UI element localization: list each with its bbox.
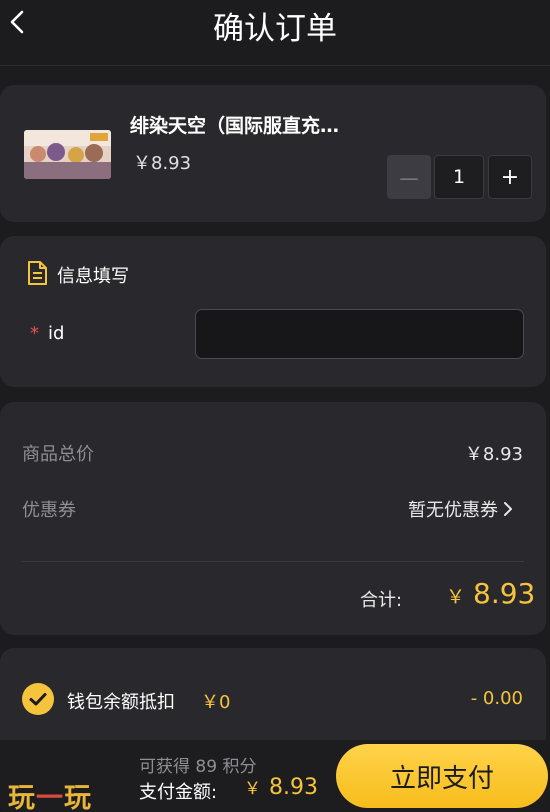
decrease-quantity-button[interactable]: － bbox=[387, 155, 431, 199]
pay-now-button[interactable]: 立即支付 bbox=[336, 744, 548, 808]
wallet-deduct-label: 钱包余额抵扣 bbox=[67, 692, 175, 713]
total-amount: ￥ 8.93 bbox=[446, 577, 535, 610]
info-section-title: 信息填写 bbox=[57, 266, 129, 287]
document-icon bbox=[28, 261, 47, 285]
pay-amount-label: 支付金额: bbox=[139, 782, 218, 803]
coupon-selector[interactable]: 暂无优惠券 bbox=[408, 496, 513, 522]
divider bbox=[22, 561, 524, 562]
wallet-deduction: - 0.00 bbox=[470, 688, 523, 709]
subtotal-label: 商品总价 bbox=[22, 444, 94, 465]
product-title: 绯染天空（国际服直充… bbox=[130, 115, 340, 137]
watermark-logo: 玩一玩 bbox=[8, 783, 92, 812]
increase-quantity-button[interactable]: + bbox=[488, 155, 532, 199]
id-field-label: id bbox=[48, 323, 65, 344]
wallet-balance: ￥0 bbox=[201, 692, 231, 713]
quantity-value[interactable]: 1 bbox=[434, 155, 484, 199]
page-title: 确认订单 bbox=[213, 11, 337, 47]
check-circle-icon[interactable] bbox=[22, 683, 54, 715]
points-text: 可获得 89 积分 bbox=[139, 757, 257, 777]
required-mark: * bbox=[30, 323, 39, 344]
product-price: ￥8.93 bbox=[133, 153, 192, 174]
coupon-label: 优惠券 bbox=[22, 500, 76, 521]
pay-amount: ￥ 8.93 bbox=[244, 774, 318, 800]
pay-value: 8.93 bbox=[269, 775, 318, 800]
total-currency: ￥ bbox=[446, 586, 466, 608]
coupon-value: 暂无优惠券 bbox=[408, 500, 498, 521]
total-label: 合计: bbox=[360, 590, 403, 611]
top-bar: 确认订单 bbox=[0, 0, 550, 66]
subtotal-value: ￥8.93 bbox=[464, 444, 523, 465]
total-value: 8.93 bbox=[473, 577, 536, 610]
pay-currency: ￥ bbox=[244, 779, 261, 799]
chevron-right-icon bbox=[503, 501, 513, 517]
id-input[interactable] bbox=[195, 309, 524, 359]
product-thumbnail bbox=[24, 130, 111, 179]
